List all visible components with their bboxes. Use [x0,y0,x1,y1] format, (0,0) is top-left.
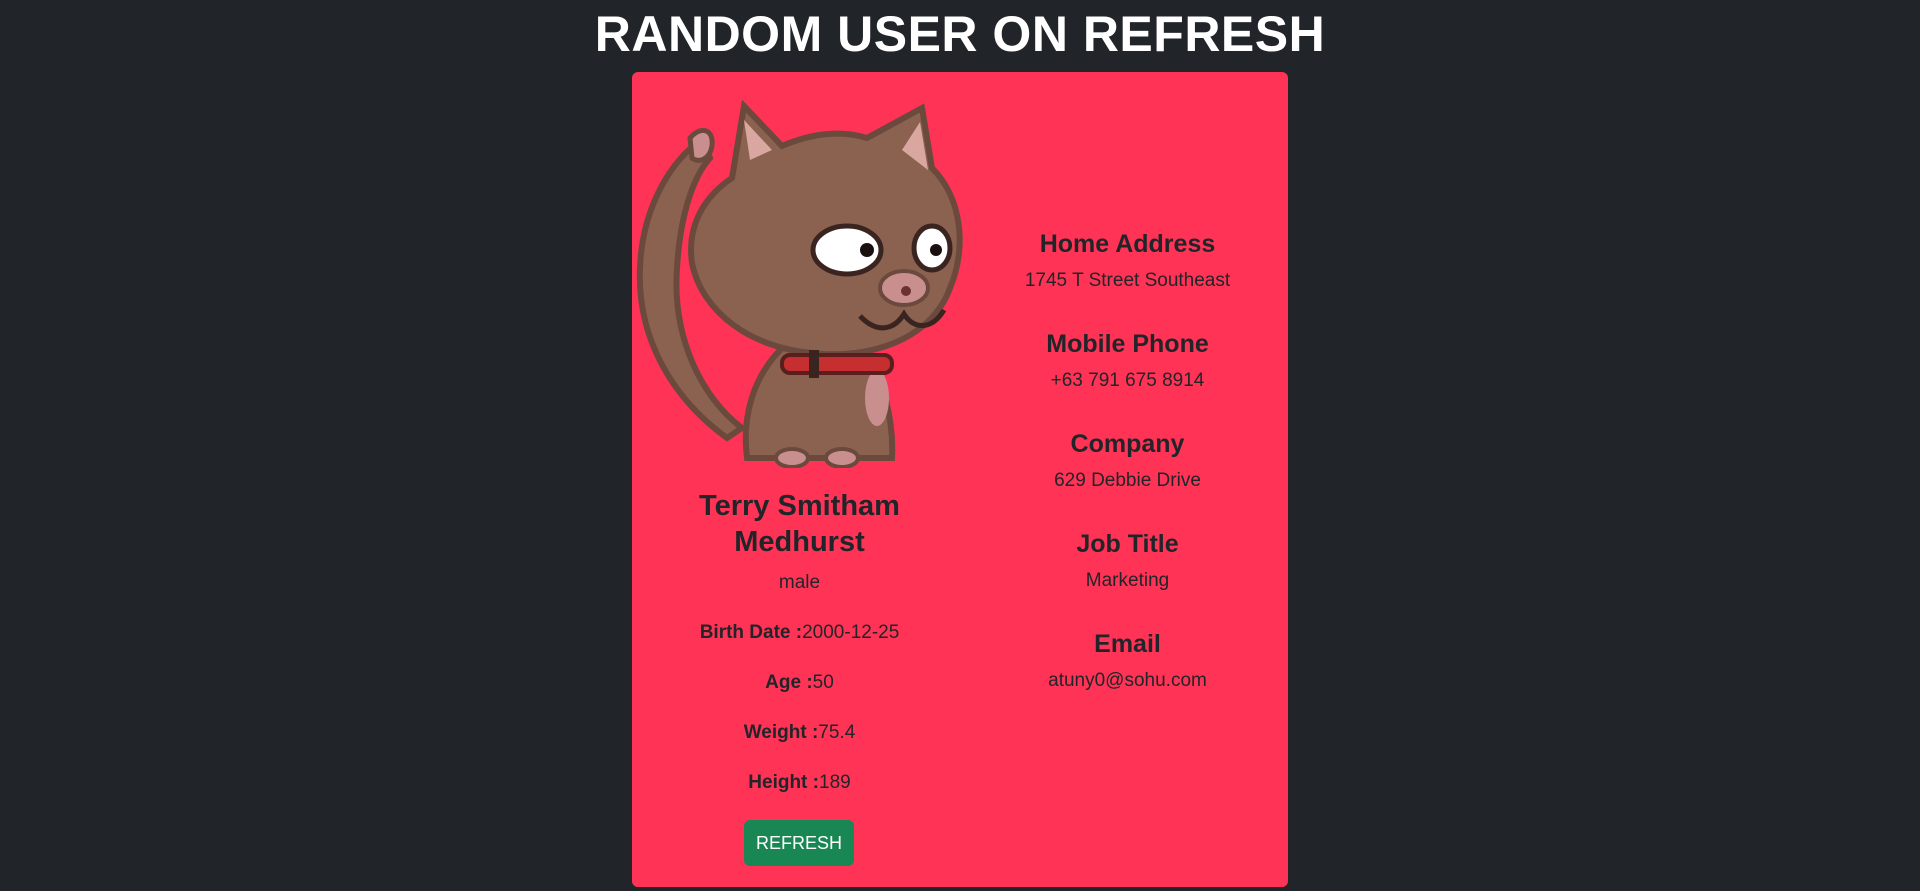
height-row: Height :189 [632,772,967,794]
birth-date-label: Birth Date : [699,622,803,643]
age-row: Age :50 [632,672,967,694]
company-block: Company 629 Debbie Drive [967,428,1288,494]
height-value: 189 [819,772,851,793]
email-heading: Email [1094,630,1161,658]
user-name: Terry Smitham Medhurst [699,490,900,558]
weight-label: Weight : [743,722,819,743]
user-gender: male [778,572,821,593]
cat-avatar-icon [636,99,963,468]
mobile-phone-heading: Mobile Phone [1046,330,1209,358]
mobile-phone-block: Mobile Phone +63 791 675 8914 [967,328,1288,394]
profile-column: Terry Smitham Medhurst male Birth Date :… [632,72,967,887]
company-heading: Company [1070,430,1185,458]
email-value: atuny0@sohu.com [1048,670,1207,691]
mobile-phone-value: +63 791 675 8914 [1050,370,1205,391]
age-label: Age : [765,672,813,693]
weight-row: Weight :75.4 [632,722,967,744]
age-value: 50 [812,672,834,693]
user-card: Terry Smitham Medhurst male Birth Date :… [632,72,1288,887]
home-address-value: 1745 T Street Southeast [1024,270,1231,291]
refresh-button[interactable]: REFRESH [744,820,854,866]
birth-date-row: Birth Date :2000-12-25 [632,622,967,644]
details-column: Home Address 1745 T Street Southeast Mob… [967,72,1288,887]
job-title-heading: Job Title [1076,530,1179,558]
birth-date-value: 2000-12-25 [802,622,900,643]
company-value: 629 Debbie Drive [1054,470,1201,491]
height-label: Height : [748,772,819,793]
page-title: RANDOM USER ON REFRESH [594,6,1326,62]
home-address-heading: Home Address [1039,230,1216,258]
job-title-block: Job Title Marketing [967,528,1288,594]
weight-value: 75.4 [818,722,856,743]
job-title-value: Marketing [1085,570,1170,591]
email-block: Email atuny0@sohu.com [967,628,1288,694]
home-address-block: Home Address 1745 T Street Southeast [967,228,1288,294]
